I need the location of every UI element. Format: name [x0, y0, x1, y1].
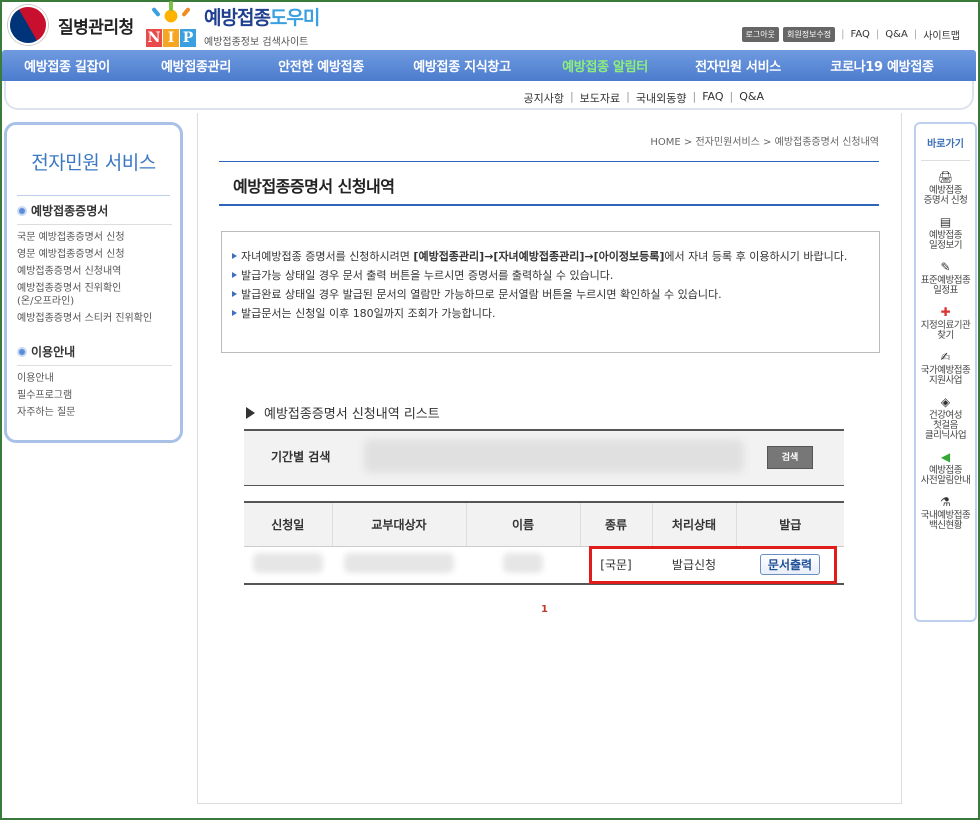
quick-item-women-clinic[interactable]: ◈ 건강여성 첫걸음 클리닉사업	[916, 395, 975, 441]
subnav-notices[interactable]: 공지사항	[523, 90, 563, 106]
nav-covid19-vaccination[interactable]: 코로나19 예방접종	[808, 56, 956, 75]
sidebar-title: 전자민원 서비스	[17, 148, 170, 196]
subnav-press[interactable]: 보도자료	[580, 90, 620, 106]
speaker-icon: ◀	[940, 450, 951, 464]
printer-icon: 🖨	[937, 170, 954, 184]
table-row: [국문] 발급신청 문서출력	[244, 546, 844, 585]
col-issue: 발급	[736, 501, 844, 547]
breadcrumb: HOME > 전자민원서비스 > 예방접종증명서 신청내역	[650, 137, 879, 148]
col-status: 처리상태	[652, 501, 737, 547]
nav-safe-vaccination[interactable]: 안전한 예방접종	[260, 56, 382, 75]
subnav-faq[interactable]: FAQ	[702, 90, 723, 106]
col-request-date: 신청일	[244, 501, 333, 547]
left-sidebar: 전자민원 서비스 예방접종증명서 국문 예방접종증명서 신청 영문 예방접종증명…	[4, 122, 183, 443]
print-document-button[interactable]: 문서출력	[759, 554, 821, 576]
nav-e-civil-service[interactable]: 전자민원 서비스	[668, 56, 808, 75]
subnav-trends[interactable]: 국내외동향	[636, 90, 687, 106]
sidebar-item-usage-guide[interactable]: 이용안내	[17, 370, 172, 387]
quick-item-pre-notification[interactable]: ◀ 예방접종 사전알림안내	[916, 450, 975, 486]
box-icon: ◈	[940, 395, 951, 409]
list-title: 예방접종증명서 신청내역 리스트	[246, 403, 440, 422]
cell-status: 발급신청	[652, 546, 736, 585]
kdca-logo[interactable]: 질병관리청	[0, 0, 134, 53]
main-content: HOME > 전자민원서비스 > 예방접종증명서 신청내역 예방접종증명서 신청…	[197, 113, 902, 804]
nip-logo[interactable]: N I P 예방접종도우미 예방접종정보 검색사이트	[146, 1, 320, 48]
sidebar-section-certificate[interactable]: 예방접종증명서	[17, 202, 171, 219]
edit-member-info-button[interactable]: 회원정보수정	[783, 27, 836, 42]
agency-name: 질병관리청	[58, 17, 134, 38]
col-type: 종류	[580, 501, 653, 547]
top-utility-links: 로그아웃 회원정보수정 | FAQ | Q&A | 사이트맵	[738, 27, 960, 42]
request-date-blurred	[253, 553, 323, 574]
calendar-icon: ▤	[939, 215, 952, 229]
request-list-table: 신청일 교부대상자 이름 종류 처리상태 발급 [국문] 발급신청 문서출력	[244, 501, 844, 585]
quick-item-cert-request[interactable]: 🖨 예방접종 증명서 신청	[916, 170, 975, 206]
notice-item: 발급가능 상태일 경우 문서 출력 버튼을 누르시면 증명서를 출력하실 수 있…	[232, 269, 871, 283]
nav-vaccination-guide[interactable]: 예방접종 길잡이	[2, 56, 132, 75]
hospital-icon: ✚	[940, 305, 951, 319]
recipient-blurred	[344, 553, 454, 574]
period-search: 기간별 검색 검색	[244, 429, 844, 486]
nip-letter: I	[163, 29, 179, 47]
nav-knowledge-base[interactable]: 예방접종 지식창고	[382, 56, 542, 75]
logout-button[interactable]: 로그아웃	[741, 27, 779, 42]
document-icon: ✍	[940, 350, 951, 364]
quick-item-national-program[interactable]: ✍ 국가예방접종 지원사업	[916, 350, 975, 386]
notice-item: 발급완료 상태일 경우 발급된 문서의 열람만 가능하므로 문서열람 버튼을 누…	[232, 288, 871, 302]
nav-notice-board[interactable]: 예방접종 알림터	[542, 56, 668, 75]
sub-nav: 공지사항 | 보도자료 | 국내외동향 | FAQ | Q&A	[4, 81, 974, 110]
qna-link[interactable]: Q&A	[885, 29, 908, 40]
cell-type: [국문]	[580, 546, 652, 585]
faq-link[interactable]: FAQ	[851, 29, 870, 40]
main-nav: 예방접종 길잡이 예방접종관리 안전한 예방접종 예방접종 지식창고 예방접종 …	[2, 50, 976, 81]
sidebar-item-cert-history[interactable]: 예방접종증명서 신청내역	[17, 263, 172, 280]
pagination-current[interactable]: 1	[541, 604, 548, 615]
vaccine-icon: ⚗	[940, 495, 951, 509]
quick-links: 바로가기 🖨 예방접종 증명서 신청 ▤ 예방접종 일정보기 ✎ 표준예방접종 …	[914, 122, 977, 622]
nip-letter: P	[180, 29, 196, 47]
site-subtitle: 예방접종정보 검색사이트	[204, 37, 309, 48]
notice-box: 자녀예방접종 증명서를 신청하시려면 [예방접종관리]→[자녀예방접종관리]→[…	[221, 231, 880, 353]
quick-item-vaccine-status[interactable]: ⚗ 국내예방접종 백신현황	[916, 495, 975, 531]
quick-item-find-clinic[interactable]: ✚ 지정의료기관 찾기	[916, 305, 975, 341]
sidebar-item-sticker-verify[interactable]: 예방접종증명서 스티커 진위확인	[17, 310, 172, 327]
col-name: 이름	[466, 501, 581, 547]
notice-item: 자녀예방접종 증명서를 신청하시려면 [예방접종관리]→[자녀예방접종관리]→[…	[232, 250, 871, 264]
search-button[interactable]: 검색	[767, 446, 813, 469]
search-label: 기간별 검색	[271, 450, 331, 464]
quick-item-standard-schedule[interactable]: ✎ 표준예방접종 일정표	[916, 260, 975, 296]
triangle-icon	[246, 406, 255, 419]
notice-item: 발급문서는 신청일 이후 180일까지 조회가 가능합니다.	[232, 307, 871, 321]
page-title: 예방접종증명서 신청내역	[233, 177, 395, 196]
bullet-icon	[17, 205, 27, 216]
sidebar-item-cert-verify[interactable]: 예방접종증명서 진위확인 (온/오프라인)	[17, 280, 172, 310]
subnav-qna[interactable]: Q&A	[739, 90, 764, 106]
nav-vaccination-management[interactable]: 예방접종관리	[132, 56, 260, 75]
sitemap-link[interactable]: 사이트맵	[923, 27, 960, 42]
nip-sun-icon: N I P	[146, 1, 198, 47]
sidebar-item-required-programs[interactable]: 필수프로그램	[17, 387, 172, 404]
sidebar-item-faq[interactable]: 자주하는 질문	[17, 404, 172, 421]
sidebar-section-guide[interactable]: 이용안내	[17, 343, 171, 360]
bullet-icon	[17, 346, 27, 357]
site-title: 예방접종도우미	[204, 7, 320, 29]
syringe-icon: ✎	[940, 260, 951, 274]
col-recipient: 교부대상자	[332, 501, 467, 547]
quick-item-schedule[interactable]: ▤ 예방접종 일정보기	[916, 215, 975, 251]
sidebar-item-english-cert[interactable]: 영문 예방접종증명서 신청	[17, 246, 172, 263]
sidebar-item-korean-cert[interactable]: 국문 예방접종증명서 신청	[17, 229, 172, 246]
nip-letter: N	[146, 29, 162, 47]
date-range-inputs-blurred[interactable]	[364, 439, 744, 473]
taeguk-icon	[0, 0, 56, 53]
name-blurred	[503, 553, 543, 574]
quick-links-title: 바로가기	[921, 135, 970, 161]
